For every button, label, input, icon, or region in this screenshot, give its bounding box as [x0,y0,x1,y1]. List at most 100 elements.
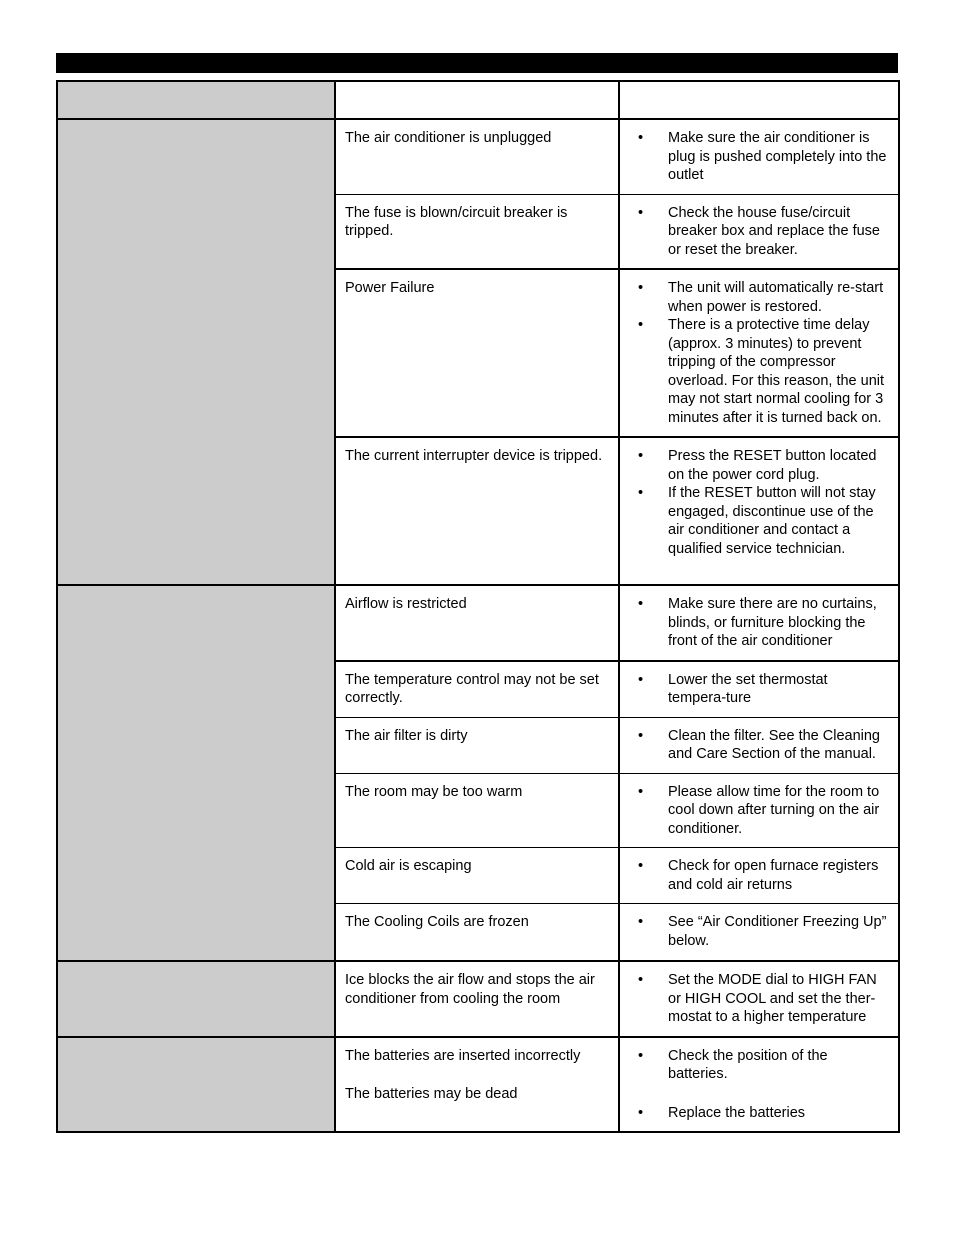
bullet-icon: • [638,596,644,612]
list-item: • The unit will automatically re-start wh… [638,279,888,316]
fix-cell: • Clean the filter. See the Cleaning and … [618,716,900,774]
section-title-bar [56,53,898,73]
troubleshooting-table: The air conditioner is unplugged • Make s… [56,80,900,1133]
header-cell-problem [56,80,336,120]
bullet-icon: • [638,317,644,333]
list-item: • Check for open furnace registers and co… [638,857,888,894]
fix-list: • Check for open furnace registers and co… [620,848,898,903]
fix-list: • Please allow time for the room to cool … [620,774,898,848]
fix-list: • See “Air Conditioner Freezing Up” below… [620,904,898,959]
header-fix-text [620,82,898,100]
fix-list: • Set the MODE dial to HIGH FAN or HIGH C… [620,962,898,1036]
cause-text: The temperature control may not be set c… [345,671,599,707]
fix-text: The unit will automatically re-start whe… [668,280,884,315]
cause-cell: Ice blocks the air flow and stops the ai… [334,960,620,1037]
cause-cell: The air filter is dirty [334,716,620,774]
fix-text: Check the position of the batteries. [668,1047,828,1083]
problem-text [58,586,334,604]
bullet-icon: • [638,727,644,744]
bullet-icon: • [638,204,644,221]
cause-text: The current interrupter device is trippe… [345,448,603,464]
fix-list: • Check the house fuse/circuit breaker bo… [620,195,898,269]
fix-text: Please allow time for the room to cool d… [668,783,880,837]
bullet-icon: • [638,280,644,296]
cause-cell: The temperature control may not be set c… [334,659,620,718]
list-item: • If the RESET button will not stay engag… [638,484,888,558]
list-item: • See “Air Conditioner Freezing Up” below… [638,913,888,950]
fix-text: Check for open furnace registers and col… [668,858,879,893]
fix-list: • Check the position of the batteries. • R… [620,1038,898,1132]
bullet-icon: • [638,485,644,501]
cause-cell: The current interrupter device is trippe… [334,436,620,586]
fix-cell: • Make sure there are no curtains, blinds… [618,584,900,661]
fix-cell: • See “Air Conditioner Freezing Up” below… [618,903,900,962]
list-item: • Set the MODE dial to HIGH FAN or HIGH C… [638,971,888,1027]
cause-cell: The room may be too warm [334,772,620,848]
cause-text: The batteries may be dead [345,1086,518,1102]
cause-cell: Power Failure [334,268,620,438]
problem-cell [56,118,336,586]
bullet-icon: • [638,972,644,988]
table-row: The air conditioner is unplugged • Make s… [56,118,900,586]
list-item: • There is a protective time delay (appro… [638,316,888,427]
table-header-row [56,80,900,120]
fix-text: There is a protective time delay (approx… [668,317,885,426]
list-item: • Lower the set thermostat tempera-ture [638,671,888,708]
cause-text: Cold air is escaping [345,858,472,874]
fix-list: • Press the RESET button located on the p… [620,438,898,567]
fix-text: Make sure there are no curtains, blinds,… [668,596,877,649]
cause-cell: Cold air is escaping [334,847,620,904]
cause-cell: The Cooling Coils are frozen [334,903,620,962]
table-row: Ice blocks the air flow and stops the ai… [56,960,900,1037]
fix-cell: • Please allow time for the room to cool … [618,772,900,848]
fix-cell: • Set the MODE dial to HIGH FAN or HIGH C… [618,960,900,1037]
cause-cell: Airflow is restricted [334,584,620,661]
cause-text-group: The batteries are inserted incorrectly T… [336,1038,618,1113]
cause-text: Ice blocks the air flow and stops the ai… [345,972,595,1007]
fix-text: If the RESET button will not stay engage… [668,485,876,557]
problem-cell [56,584,336,962]
cause-cell: The air conditioner is unplugged [334,118,620,195]
cause-cell: The batteries are inserted incorrectly T… [334,1035,620,1133]
fix-list: • Clean the filter. See the Cleaning and … [620,718,898,773]
cause-text: The air conditioner is unplugged [345,130,552,146]
cause-text: Airflow is restricted [345,596,467,612]
cause-cell: The fuse is blown/circuit breaker is tri… [334,193,620,270]
list-item: • Make sure the air conditioner is plug i… [638,129,888,185]
fix-list: • Lower the set thermostat tempera-ture [620,662,898,717]
problem-cell [56,960,336,1037]
header-cell-fix [618,80,900,120]
table-row: The batteries are inserted incorrectly T… [56,1035,900,1133]
problem-cell [56,1035,336,1133]
list-item: • Please allow time for the room to cool … [638,783,888,839]
bullet-icon: • [638,914,644,930]
list-item: • Clean the filter. See the Cleaning and … [638,727,888,764]
fix-text: Make sure the air conditioner is plug is… [668,130,887,183]
bullet-icon: • [638,671,644,688]
fix-text: Lower the set thermostat tempera-ture [668,671,828,707]
fix-cell: • The unit will automatically re-start wh… [618,268,900,438]
cause-text: The air filter is dirty [345,727,468,744]
bullet-icon: • [638,1047,644,1064]
bullet-icon: • [638,858,644,874]
fix-cell: • Lower the set thermostat tempera-ture [618,659,900,718]
fix-text: Clean the filter. See the Cleaning and C… [668,727,880,763]
fix-cell: • Check for open furnace registers and co… [618,847,900,904]
problem-text [58,962,334,980]
bullet-icon: • [638,783,644,800]
cause-text: The room may be too warm [345,783,523,800]
fix-text: See “Air Conditioner Freezing Up” below. [668,914,887,949]
fix-list: • The unit will automatically re-start wh… [620,270,898,436]
list-item: • Check the house fuse/circuit breaker bo… [638,204,888,260]
cause-text: The Cooling Coils are frozen [345,914,529,930]
fix-list: • Make sure there are no curtains, blinds… [620,586,898,660]
fix-list: • Make sure the air conditioner is plug i… [620,120,898,194]
list-item: • Replace the batteries [638,1104,888,1123]
problem-text [58,1038,334,1056]
fix-text: Check the house fuse/circuit breaker box… [668,204,880,258]
header-cause-text [336,82,618,100]
fix-cell: • Check the house fuse/circuit breaker bo… [618,193,900,270]
header-problem-text [58,82,334,100]
list-item: • Make sure there are no curtains, blinds… [638,595,888,651]
fix-cell: • Check the position of the batteries. • R… [618,1035,900,1133]
